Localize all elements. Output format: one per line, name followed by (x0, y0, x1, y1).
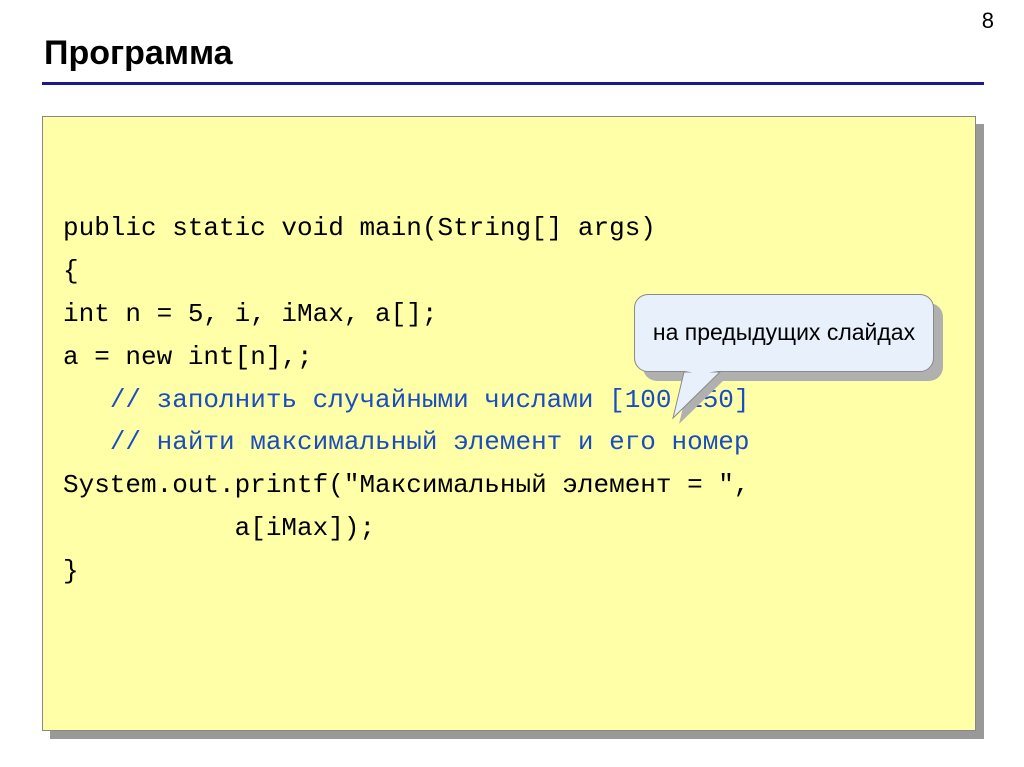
code-indent-5 (63, 385, 110, 415)
code-line-1: public static void main(String[] args) (63, 207, 955, 250)
code-box: public static void main(String[] args) {… (42, 116, 976, 731)
callout-box: на предыдущих слайдах (634, 294, 934, 372)
code-line-8: a[iMax]); (63, 507, 955, 550)
page-number: 8 (982, 8, 994, 34)
code-line-9: } (63, 550, 955, 593)
code-line-5: // заполнить случайными числами [100,150… (63, 379, 955, 422)
page-title: Программа (44, 34, 233, 73)
title-underline (42, 82, 984, 85)
code-indent-6 (63, 427, 110, 457)
code-comment-5: // заполнить случайными числами [100,150… (110, 385, 750, 415)
code-line-2: { (63, 250, 955, 293)
callout-text: на предыдущих слайдах (653, 318, 915, 348)
code-line-6: // найти максимальный элемент и его номе… (63, 421, 955, 464)
code-comment-6: // найти максимальный элемент и его номе… (110, 427, 750, 457)
callout-tail (670, 368, 730, 428)
code-line-7: System.out.printf("Максимальный элемент … (63, 464, 955, 507)
